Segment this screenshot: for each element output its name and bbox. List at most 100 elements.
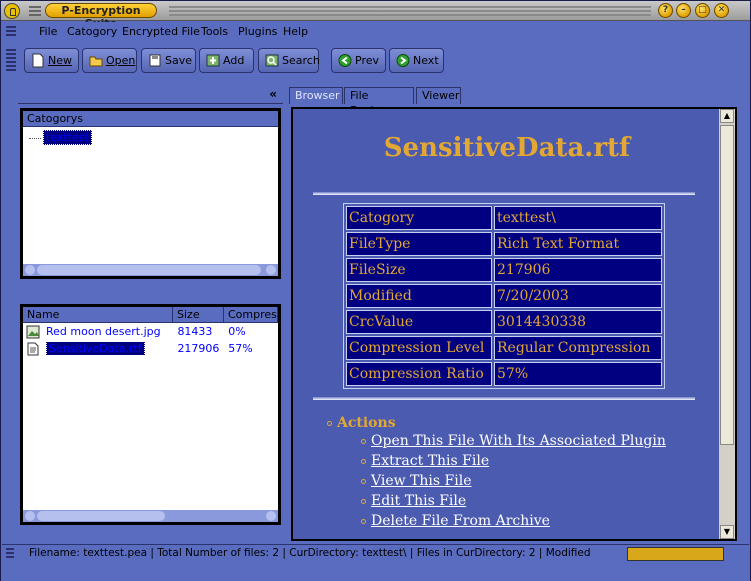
menu-encrypted-file[interactable]: Encrypted File (122, 25, 200, 38)
file-row-red-moon[interactable]: Red moon desert.jpg 81433 0% (23, 323, 278, 340)
edit-file-link[interactable]: Edit This File (371, 493, 466, 509)
prev-button[interactable]: Prev (331, 48, 386, 73)
info-row: FileType Rich Text Format (346, 232, 662, 256)
info-value: 3014430338 (494, 310, 662, 334)
status-text: Filename: texttest.pea | Total Number of… (29, 547, 591, 559)
search-button[interactable]: Search (258, 48, 320, 73)
add-button[interactable]: Add (199, 48, 254, 73)
file-name: Red moon desert.jpg (46, 325, 161, 338)
file-name: SensitiveData.rtf (46, 342, 177, 355)
file-list-header: Name Size Compression (23, 307, 278, 323)
lock-icon[interactable] (4, 3, 20, 19)
info-key: FileType (346, 232, 492, 256)
title-bar[interactable]: P-Encryption Suite ? – □ ✕ (1, 1, 750, 30)
scroll-thumb[interactable] (37, 511, 165, 521)
next-label: Next (413, 54, 439, 67)
scroll-down-arrow-icon[interactable]: ▼ (720, 525, 734, 539)
tree-horizontal-scrollbar[interactable] (23, 264, 278, 276)
next-button[interactable]: Next (389, 48, 444, 73)
file-name-selected: SensitiveData.rtf (46, 342, 145, 355)
status-bar: Filename: texttest.pea | Total Number of… (2, 544, 749, 562)
actions-section: Actions Open This File With Its Associat… (327, 415, 666, 531)
extract-file-link[interactable]: Extract This File (371, 453, 489, 469)
menu-file[interactable]: File (39, 25, 57, 38)
info-row: Compression Level Regular Compression (346, 336, 662, 360)
scroll-left-arrow-icon[interactable] (25, 511, 35, 521)
file-list: Name Size Compression Red moon desert.jp… (20, 304, 281, 525)
column-name[interactable]: Name (23, 307, 173, 322)
file-info-table: Catogory texttest\ FileType Rich Text Form… (343, 203, 665, 389)
menu-tools[interactable]: Tools (201, 25, 228, 38)
bottom-strip (1, 563, 750, 581)
search-label: Search (282, 54, 320, 67)
file-compression: 0% (228, 325, 246, 338)
info-key: Modified (346, 284, 492, 308)
list-item: Delete File From Archive (361, 511, 666, 531)
menu-help[interactable]: Help (283, 25, 308, 38)
file-size: 217906 (177, 342, 220, 355)
list-item: Edit This File (361, 491, 666, 511)
app-window: P-Encryption Suite ? – □ ✕ File Catogory… (0, 0, 751, 581)
menu-plugins[interactable]: Plugins (238, 25, 277, 38)
file-size: 81433 (177, 325, 213, 338)
image-file-icon (26, 325, 40, 338)
view-file-link[interactable]: View This File (371, 473, 471, 489)
info-key: FileSize (346, 258, 492, 282)
delete-file-link[interactable]: Delete File From Archive (371, 513, 550, 529)
open-button[interactable]: Open (82, 48, 137, 73)
scroll-thumb[interactable] (37, 265, 261, 275)
menu-catogory[interactable]: Catogory (67, 25, 117, 38)
list-horizontal-scrollbar[interactable] (23, 510, 278, 522)
info-row: FileSize 217906 (346, 258, 662, 282)
add-icon (206, 54, 220, 67)
save-label: Save (165, 54, 193, 67)
tab-file-explorer[interactable]: File Explorer (344, 87, 414, 117)
menu-bar: File Catogory Encrypted File Tools Plugi… (2, 22, 749, 42)
actions-heading-label: Actions (337, 415, 396, 431)
menu-grip (6, 26, 16, 38)
actions-list: Open This File With Its Associated Plugi… (361, 431, 666, 531)
new-file-icon (32, 53, 44, 68)
actions-heading: Actions (327, 415, 666, 431)
maximize-button[interactable]: □ (695, 3, 710, 18)
scroll-thumb[interactable] (720, 125, 734, 445)
tab-viewer[interactable]: Viewer (416, 87, 461, 104)
status-grip (6, 548, 14, 560)
toolbar-grip (6, 49, 16, 73)
tree-node-label: texttest (43, 130, 92, 145)
minimize-button[interactable]: – (676, 3, 691, 18)
scroll-right-arrow-icon[interactable] (266, 511, 276, 521)
tree-header[interactable]: Catogorys (23, 111, 278, 127)
add-label: Add (223, 54, 245, 67)
scroll-right-arrow-icon[interactable] (266, 265, 276, 275)
bullet-icon (361, 498, 366, 504)
close-button[interactable]: ✕ (714, 3, 729, 18)
file-row-sensitivedata[interactable]: SensitiveData.rtf 217906 57% (23, 340, 278, 357)
info-key: Catogory (346, 206, 492, 230)
info-key: CrcValue (346, 310, 492, 334)
file-compression: 57% (228, 342, 253, 355)
tree-node-texttest[interactable]: texttest (29, 130, 92, 145)
info-row: Compression Ratio 57% (346, 362, 662, 386)
column-size[interactable]: Size (173, 307, 224, 322)
info-value: 7/20/2003 (494, 284, 662, 308)
left-panel: « Catogorys texttest Name Size Compressi… (18, 87, 283, 527)
save-button[interactable]: Save (141, 48, 196, 73)
prev-label: Prev (355, 54, 379, 67)
page-title: SensitiveData.rtf (383, 133, 631, 163)
tree-connector (29, 137, 41, 139)
document-file-icon (27, 342, 39, 355)
progress-bar (627, 547, 724, 561)
scroll-up-arrow-icon[interactable]: ▲ (720, 109, 734, 123)
divider (313, 397, 695, 400)
list-item: View This File (361, 471, 666, 491)
collapse-panel-button[interactable]: « (269, 87, 277, 101)
title-grip (29, 6, 41, 16)
help-icon[interactable]: ? (658, 3, 673, 18)
open-with-plugin-link[interactable]: Open This File With Its Associated Plugi… (371, 433, 666, 449)
scroll-left-arrow-icon[interactable] (25, 265, 35, 275)
new-button[interactable]: New (24, 48, 79, 73)
column-compression[interactable]: Compression (224, 307, 278, 322)
browser-vertical-scrollbar[interactable]: ▲ ▼ (719, 109, 735, 539)
tab-browser[interactable]: Browser (289, 87, 343, 104)
